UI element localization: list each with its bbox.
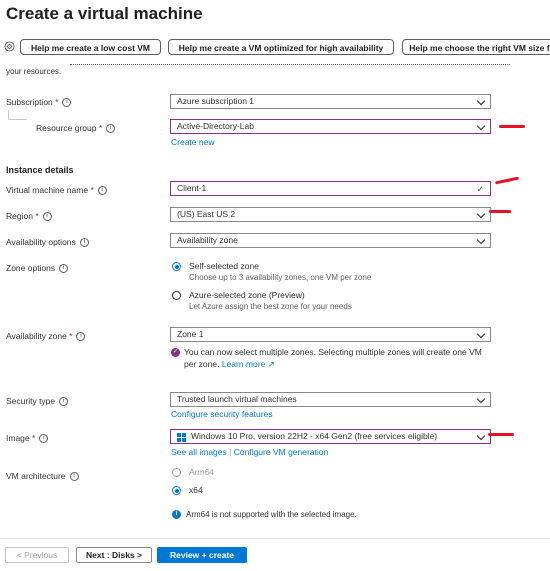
- arm64-option-label: Arm64: [189, 467, 215, 477]
- radio-arm64[interactable]: [172, 468, 181, 477]
- image-label: Image * i: [6, 433, 49, 444]
- info-icon[interactable]: i: [76, 332, 86, 342]
- image-dropdown[interactable]: Windows 10 Pro, version 22H2 - x64 Gen2 …: [170, 429, 491, 444]
- instance-details-heading: Instance details: [6, 165, 74, 175]
- next-disks-button[interactable]: Next : Disks >: [76, 547, 152, 563]
- zone-options-label: Zone options i: [6, 263, 69, 274]
- annotation-mark: [494, 176, 520, 185]
- chevron-down-icon: [476, 96, 486, 106]
- intro-text-tail: your resources.: [6, 67, 62, 76]
- resource-group-dropdown[interactable]: Active-Directory-Lab: [170, 119, 491, 134]
- see-all-images-link[interactable]: See all images: [171, 447, 227, 457]
- create-new-link[interactable]: Create new: [171, 137, 214, 147]
- info-icon[interactable]: i: [79, 238, 89, 248]
- azure-selected-zone-title: Azure-selected zone (Preview): [189, 290, 305, 300]
- info-icon[interactable]: i: [106, 124, 116, 134]
- chevron-down-icon: [476, 431, 486, 441]
- chevron-down-icon: [476, 235, 486, 245]
- availability-zone-label: Availability zone * i: [6, 331, 86, 342]
- configure-vm-generation-link[interactable]: Configure VM generation: [234, 447, 329, 457]
- tree-connector: [8, 110, 27, 120]
- self-selected-zone-title: Self-selected zone: [189, 261, 259, 271]
- copilot-prompt-high-availability[interactable]: Help me create a VM optimized for high a…: [168, 39, 394, 55]
- vm-architecture-label: VM architecture i: [6, 471, 79, 482]
- windows-logo-icon: [177, 433, 186, 442]
- resource-group-label: Resource group * i: [36, 123, 116, 134]
- annotation-mark: [489, 210, 511, 213]
- page-title: Create a virtual machine: [6, 4, 203, 23]
- security-type-label: Security type i: [6, 396, 69, 407]
- subscription-label: Subscription * i: [6, 97, 72, 108]
- chevron-down-icon: [476, 394, 486, 404]
- copilot-icon: [4, 41, 15, 52]
- clipped-text-fragment: [0, 61, 550, 67]
- info-icon[interactable]: i: [69, 472, 79, 482]
- learn-more-link[interactable]: Learn more: [222, 359, 265, 369]
- availability-zone-dropdown[interactable]: Zone 1: [170, 327, 491, 342]
- copilot-prompt-vm-size[interactable]: Help me choose the right VM size fo: [402, 39, 550, 55]
- chevron-down-icon: [476, 329, 486, 339]
- info-icon[interactable]: i: [97, 186, 107, 196]
- external-link-icon: ↗: [267, 359, 275, 369]
- region-dropdown[interactable]: (US) East US 2: [170, 207, 491, 222]
- footer-divider: [0, 538, 550, 539]
- availability-options-label: Availability options i: [6, 237, 89, 248]
- radio-x64[interactable]: [172, 486, 181, 495]
- check-circle-icon: ✓: [171, 348, 180, 357]
- review-create-button[interactable]: Review + create: [157, 547, 247, 563]
- radio-azure-selected-zone[interactable]: [172, 291, 181, 300]
- more-options-icon[interactable]: ···: [190, 6, 204, 18]
- subscription-dropdown[interactable]: Azure subscription 1: [170, 94, 491, 109]
- vm-name-input[interactable]: Client-1 ✓: [170, 181, 491, 196]
- info-filled-icon: i: [172, 510, 181, 519]
- vm-name-label: Virtual machine name * i: [6, 185, 107, 196]
- annotation-mark: [488, 433, 514, 436]
- arm64-note: Arm64 is not supported with the selected…: [186, 510, 357, 519]
- info-icon[interactable]: i: [42, 212, 52, 222]
- info-icon[interactable]: i: [59, 397, 69, 407]
- info-icon[interactable]: i: [39, 434, 49, 444]
- azure-selected-zone-desc: Let Azure assign the best zone for your …: [189, 302, 352, 311]
- configure-security-link[interactable]: Configure security features: [171, 409, 273, 419]
- zone-note-line2: per zone. Learn more ↗: [184, 359, 275, 369]
- region-label: Region * i: [6, 211, 52, 222]
- zone-note-line1: You can now select multiple zones. Selec…: [184, 347, 482, 357]
- annotation-mark: [499, 125, 525, 128]
- info-icon[interactable]: i: [59, 264, 69, 274]
- chevron-down-icon: [476, 209, 486, 219]
- checkmark-icon: ✓: [476, 184, 484, 194]
- availability-options-dropdown[interactable]: Availability zone: [170, 233, 491, 248]
- image-links: See all images | Configure VM generation: [171, 447, 329, 457]
- self-selected-zone-desc: Choose up to 3 availability zones, one V…: [189, 273, 372, 282]
- security-type-dropdown[interactable]: Trusted launch virtual machines: [170, 392, 491, 407]
- radio-self-selected-zone[interactable]: [172, 262, 181, 271]
- x64-option-label: x64: [189, 485, 203, 495]
- info-icon[interactable]: i: [62, 98, 72, 108]
- chevron-down-icon: [476, 121, 486, 131]
- copilot-prompt-low-cost[interactable]: Help me create a low cost VM: [20, 39, 161, 55]
- previous-button[interactable]: < Previous: [5, 547, 69, 563]
